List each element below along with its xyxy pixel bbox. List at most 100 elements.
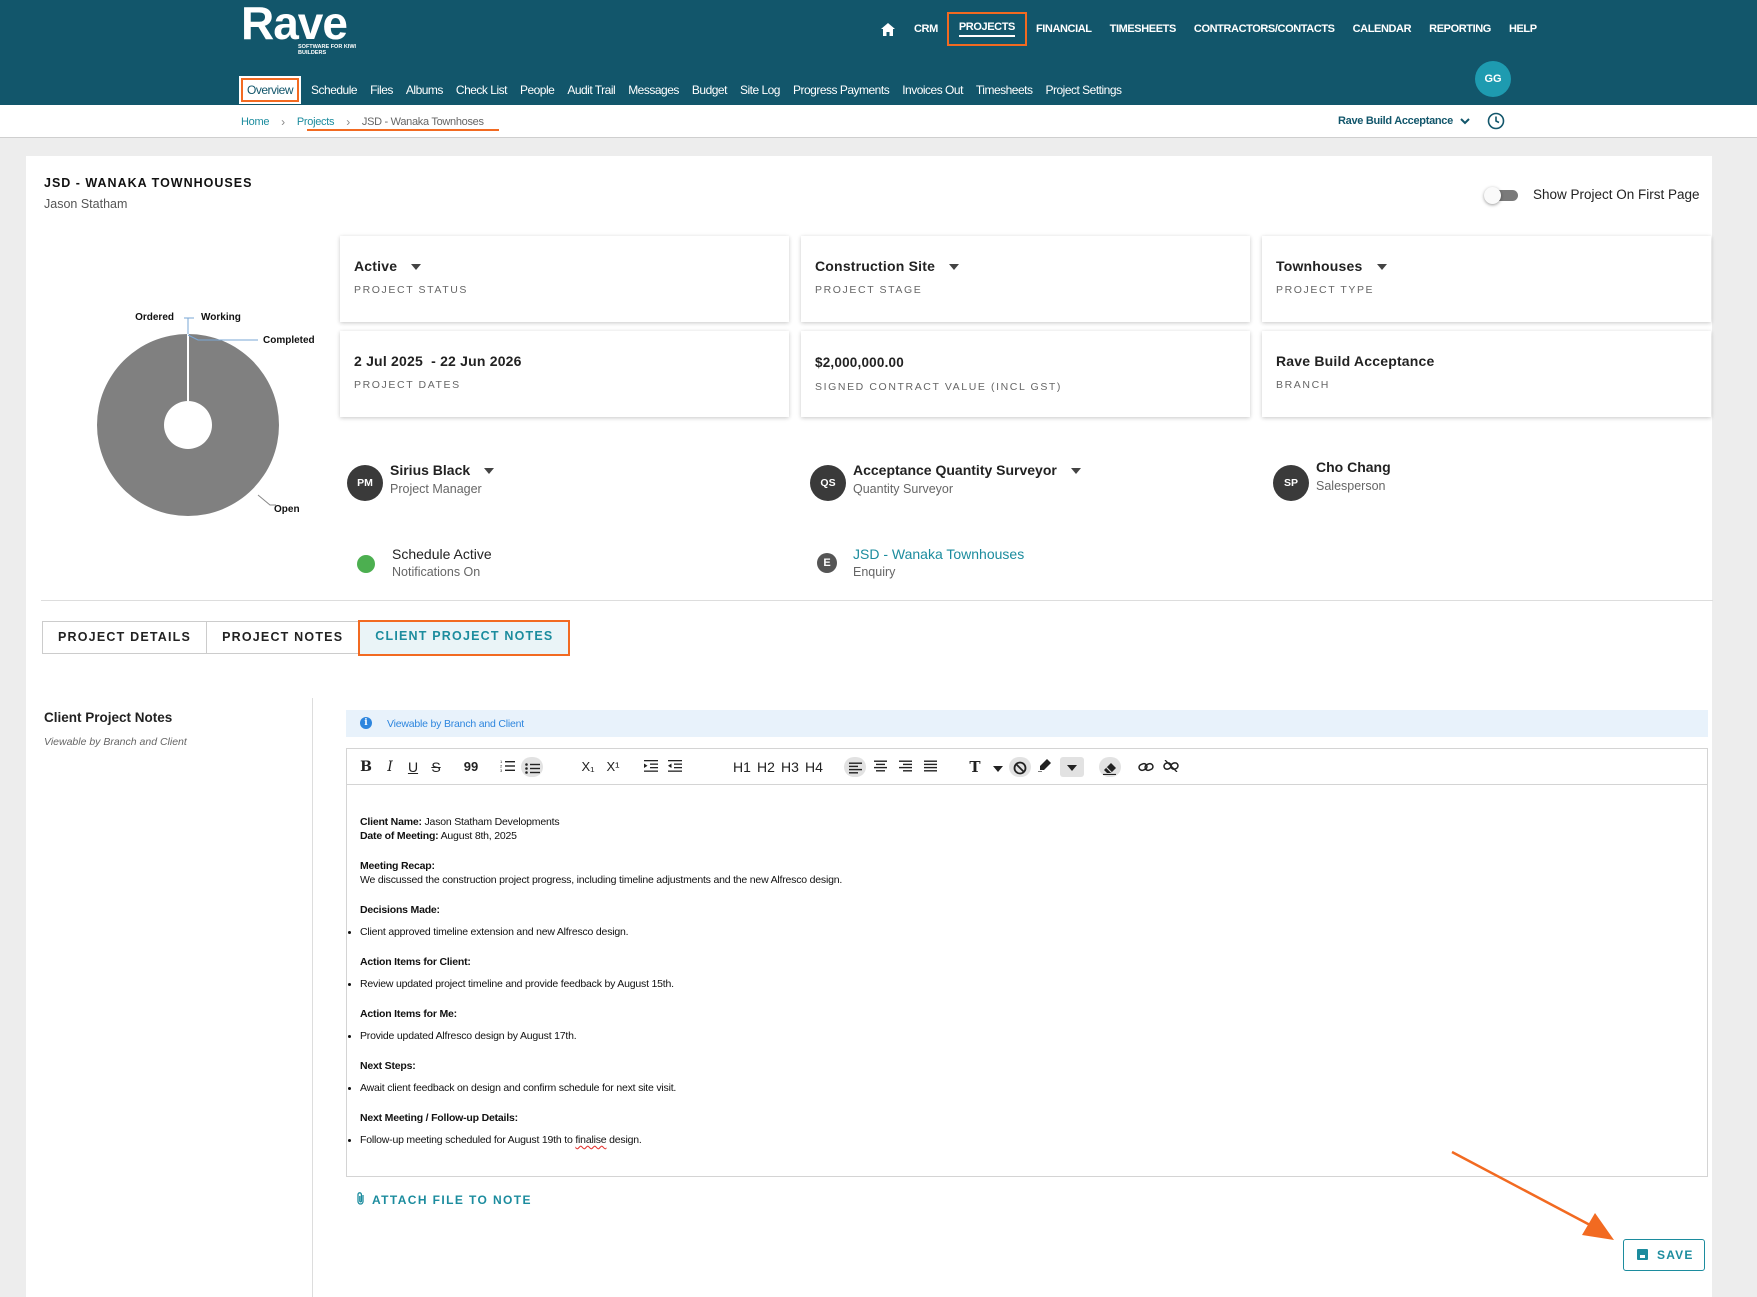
meeting-recap-text: We discussed the construction project pr…	[360, 874, 843, 886]
strikethrough-button[interactable]: S	[429, 757, 443, 777]
person-name: Cho Chang	[1316, 459, 1391, 475]
project-title: JSD - WANAKA TOWNHOUSES	[44, 176, 253, 190]
project-dates-value: 2 Jul 2025 - 22 Jun 2026	[354, 353, 522, 369]
nav-help[interactable]: HELP	[1500, 14, 1546, 44]
quote-button[interactable]: 99	[463, 757, 479, 777]
align-justify-icon[interactable]	[922, 757, 938, 777]
project-stage-box[interactable]: Construction Site PROJECT STAGE	[801, 236, 1250, 322]
link-icon[interactable]	[1137, 757, 1155, 777]
subnav-files[interactable]: Files	[370, 83, 393, 97]
outdent-icon[interactable]	[667, 757, 683, 777]
tab-client-project-notes[interactable]: CLIENT PROJECT NOTES	[358, 620, 571, 656]
underline-button[interactable]: U	[406, 757, 420, 777]
subnav-schedule[interactable]: Schedule	[311, 83, 358, 97]
text-style-button[interactable]: T	[967, 757, 983, 777]
subnav-check-list[interactable]: Check List	[456, 83, 508, 97]
subnav-overview[interactable]: Overview	[238, 76, 302, 104]
branch-caption: BRANCH	[1276, 379, 1330, 391]
floppy-disk-icon	[1637, 1249, 1648, 1260]
eraser-icon[interactable]	[1099, 757, 1121, 777]
tab-project-notes[interactable]: PROJECT NOTES	[206, 621, 360, 654]
caret-down-icon	[949, 264, 960, 271]
nav-projects[interactable]: PROJECTS	[946, 12, 1027, 46]
enquiry-badge: E	[817, 553, 837, 573]
ordered-list-icon[interactable]: 123	[499, 757, 515, 777]
project-type-caption: PROJECT TYPE	[1276, 284, 1375, 296]
nav-timesheets[interactable]: TIMESHEETS	[1101, 14, 1185, 44]
show-first-page-toggle[interactable]	[1484, 187, 1520, 204]
followup-item: Follow-up meeting scheduled for August 1…	[348, 1133, 1680, 1147]
pie-chart-svg: Ordered Working Completed Open	[97, 312, 315, 516]
bold-button[interactable]: B	[359, 757, 373, 777]
color-dropdown-icon[interactable]	[1060, 757, 1084, 777]
breadcrumb-current: JSD - Wanaka Townhoses	[361, 116, 484, 128]
italic-button[interactable]: I	[383, 757, 397, 777]
breadcrumb-separator-icon: ›	[281, 115, 285, 129]
clear-color-icon[interactable]	[1009, 757, 1031, 777]
editor-content[interactable]: Client Name: Jason Statham Developments …	[348, 815, 1680, 1147]
caret-down-icon[interactable]	[992, 757, 1004, 777]
subnav-budget[interactable]: Budget	[692, 83, 728, 97]
superscript-button[interactable]: X¹	[604, 757, 622, 777]
project-status-text: Active	[354, 258, 398, 274]
contract-value-box[interactable]: $2,000,000.00 SIGNED CONTRACT VALUE (INC…	[801, 331, 1250, 417]
heading-2-button[interactable]: H2	[756, 757, 776, 777]
heading-1-button[interactable]: H1	[732, 757, 752, 777]
subnav-progress-payments[interactable]: Progress Payments	[793, 83, 890, 97]
tab-project-details[interactable]: PROJECT DETAILS	[42, 621, 208, 654]
breadcrumb-home[interactable]: Home	[241, 116, 269, 128]
bullet-list-icon[interactable]	[521, 757, 543, 777]
nav-contractors-contacts[interactable]: CONTRACTORS/CONTACTS	[1185, 14, 1344, 44]
subnav-project-settings[interactable]: Project Settings	[1045, 83, 1122, 97]
branch-selector[interactable]: Rave Build Acceptance	[1338, 115, 1470, 127]
subnav-people[interactable]: People	[520, 83, 555, 97]
project-status-box[interactable]: Active PROJECT STATUS	[340, 236, 789, 322]
paperclip-icon	[357, 1192, 364, 1205]
logo-word: Rave	[241, 0, 348, 49]
breadcrumb-highlight	[307, 129, 499, 131]
align-right-icon[interactable]	[897, 757, 913, 777]
save-button[interactable]: SAVE	[1623, 1239, 1705, 1271]
subnav-invoices-out[interactable]: Invoices Out	[902, 83, 963, 97]
home-icon[interactable]	[875, 14, 905, 44]
subnav-messages[interactable]: Messages	[628, 83, 679, 97]
align-left-icon[interactable]	[844, 757, 866, 777]
subnav-site-log[interactable]: Site Log	[740, 83, 781, 97]
project-type-box[interactable]: Townhouses PROJECT TYPE	[1262, 236, 1711, 322]
subscript-button[interactable]: X₁	[579, 757, 597, 777]
contract-value-caption: SIGNED CONTRACT VALUE (INCL GST)	[815, 381, 1063, 393]
rave-logo[interactable]: Rave SOFTWARE FOR KIWI BUILDERS	[241, 0, 356, 56]
indent-icon[interactable]	[643, 757, 659, 777]
unlink-icon[interactable]	[1162, 757, 1180, 777]
leader-line-ordered	[184, 317, 189, 334]
schedule-status-title: Schedule Active	[392, 546, 492, 562]
attach-file-button[interactable]: ATTACH FILE TO NOTE	[356, 1192, 532, 1207]
notes-subheading: Viewable by Branch and Client	[44, 736, 187, 748]
highlighter-icon[interactable]	[1036, 757, 1054, 777]
subnav-timesheets[interactable]: Timesheets	[976, 83, 1033, 97]
history-clock-icon[interactable]	[1487, 112, 1505, 130]
followup-text-end: design.	[606, 1134, 642, 1146]
attach-file-label: ATTACH FILE TO NOTE	[372, 1193, 532, 1207]
breadcrumb-projects[interactable]: Projects	[297, 116, 335, 128]
align-center-icon[interactable]	[872, 757, 888, 777]
pie-label-ordered: Ordered	[135, 312, 174, 323]
user-avatar[interactable]: GG	[1475, 61, 1511, 97]
subnav-albums[interactable]: Albums	[406, 83, 444, 97]
nav-reporting[interactable]: REPORTING	[1420, 14, 1500, 44]
nav-crm[interactable]: CRM	[905, 14, 947, 44]
branch-box[interactable]: Rave Build Acceptance BRANCH	[1262, 331, 1711, 417]
heading-4-button[interactable]: H4	[804, 757, 824, 777]
caret-down-icon	[1376, 264, 1387, 271]
nav-calendar[interactable]: CALENDAR	[1344, 14, 1421, 44]
project-dates-box[interactable]: 2 Jul 2025 - 22 Jun 2026 PROJECT DATES	[340, 331, 789, 417]
enquiry-link[interactable]: JSD - Wanaka Townhouses	[853, 546, 1024, 562]
heading-3-button[interactable]: H3	[780, 757, 800, 777]
nav-financial[interactable]: FINANCIAL	[1027, 14, 1101, 44]
quantity-surveyor-name: Acceptance Quantity Surveyor	[853, 462, 1057, 478]
subnav-audit-trail[interactable]: Audit Trail	[567, 83, 615, 97]
